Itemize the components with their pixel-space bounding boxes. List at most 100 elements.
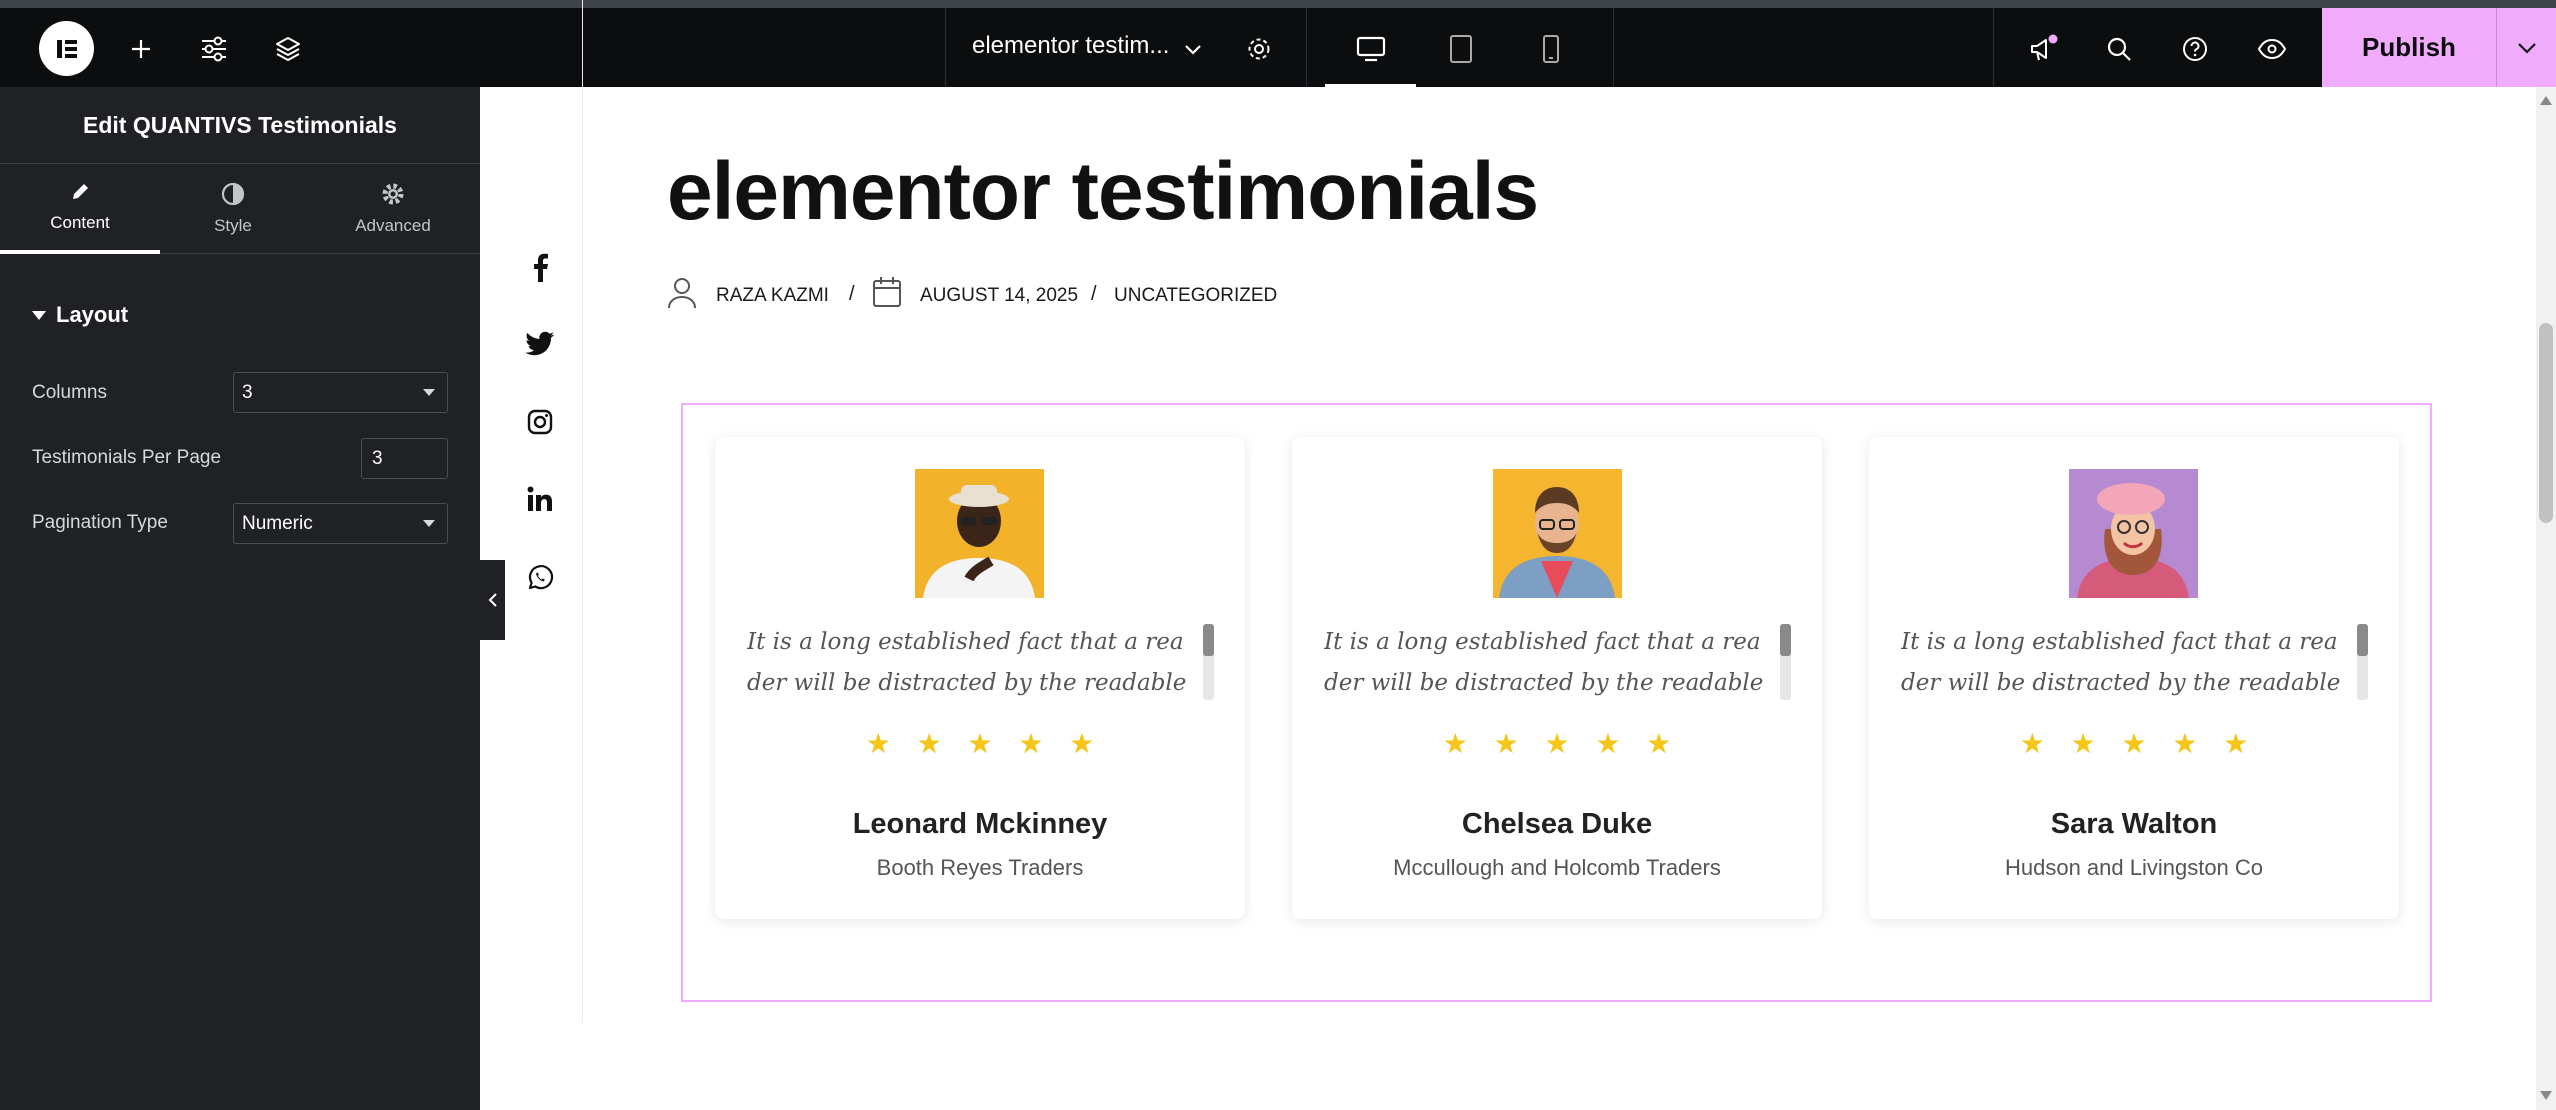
help-icon (2182, 36, 2207, 61)
avatar (1493, 469, 1622, 598)
tab-style[interactable]: Style (153, 164, 313, 254)
testimonial-card: It is a long established fact that a rea… (715, 437, 1245, 919)
post-author-link[interactable]: RAZA KAZMI (716, 281, 829, 311)
help-button[interactable] (2167, 21, 2222, 76)
person-photo-icon (1493, 469, 1622, 598)
publish-options-button[interactable] (2496, 8, 2556, 87)
caret-down-icon (423, 389, 435, 396)
facebook-icon (534, 253, 548, 282)
testimonial-quote: It is a long established fact that a rea… (1324, 622, 1764, 700)
chevron-down-icon (2517, 42, 2536, 54)
meta-separator: / (849, 283, 855, 305)
topbar-divider (1306, 8, 1307, 87)
columns-select[interactable]: 3 (233, 372, 448, 413)
quote-scrollbar-thumb[interactable] (1780, 624, 1791, 656)
structure-button[interactable] (260, 21, 315, 76)
layers-icon (275, 36, 300, 61)
document-title[interactable]: elementor testim... (972, 32, 1169, 60)
tab-style-label: Style (214, 216, 252, 235)
caret-down-icon (423, 520, 435, 527)
plus-icon (131, 39, 150, 58)
elementor-logo-button[interactable] (39, 21, 94, 76)
testimonial-card: It is a long established fact that a rea… (1292, 437, 1822, 919)
elementor-editor: elementor testim... Publish Edit QUANTIV… (0, 0, 2556, 1110)
gear-icon (382, 183, 404, 205)
testimonial-quote: It is a long established fact that a rea… (747, 622, 1187, 700)
pagination-type-label: Pagination Type (32, 512, 168, 533)
page-scrollbar-thumb[interactable] (2539, 323, 2553, 523)
testimonial-name: Sara Walton (2050, 808, 2218, 840)
per-page-input[interactable]: 3 (361, 438, 448, 479)
quote-scrollbar-thumb[interactable] (1203, 624, 1214, 656)
post-category-link[interactable]: UNCATEGORIZED (1114, 281, 1277, 311)
tablet-icon (1449, 34, 1472, 63)
search-icon (2107, 37, 2131, 61)
facebook-share-link[interactable] (508, 235, 572, 299)
quote-scrollbar-thumb[interactable] (2357, 624, 2368, 656)
panel-title: Edit QUANTIVS Testimonials (0, 87, 480, 164)
post-date-link[interactable]: AUGUST 14, 2025 (920, 281, 1078, 311)
preview-button[interactable] (2244, 21, 2299, 76)
site-settings-button[interactable] (186, 21, 241, 76)
pagination-type-select[interactable]: Numeric (233, 503, 448, 544)
pencil-icon (73, 184, 88, 199)
user-icon (668, 278, 696, 309)
linkedin-share-link[interactable] (508, 467, 572, 531)
publish-button[interactable]: Publish (2322, 8, 2496, 87)
editor-panel: Edit QUANTIVS Testimonials Content Style… (0, 87, 480, 1110)
mobile-icon (1542, 34, 1559, 63)
linkedin-icon (527, 486, 552, 511)
twitter-icon (525, 331, 554, 356)
desktop-icon (1356, 36, 1385, 61)
document-title-dropdown[interactable] (1165, 21, 1220, 76)
page-scrollbar[interactable] (2536, 87, 2556, 1110)
device-mobile-button[interactable] (1523, 21, 1578, 76)
megaphone-icon (2030, 34, 2057, 60)
topbar-divider (1613, 8, 1614, 87)
testimonial-card: It is a long established fact that a rea… (1869, 437, 2399, 919)
sliders-icon (201, 36, 226, 61)
avatar (2069, 469, 2198, 598)
testimonial-name: Leonard Mckinney (852, 808, 1108, 840)
avatar (915, 469, 1044, 598)
tab-advanced-label: Advanced (355, 216, 431, 235)
tab-content[interactable]: Content (0, 164, 160, 254)
instagram-share-link[interactable] (508, 390, 572, 454)
scroll-up-arrow-icon[interactable] (2540, 96, 2552, 105)
section-layout-toggle[interactable]: Layout (32, 302, 128, 328)
topbar-divider (1993, 8, 1994, 87)
testimonial-company: Booth Reyes Traders (876, 855, 1084, 880)
person-photo-icon (915, 469, 1044, 598)
search-button[interactable] (2091, 21, 2146, 76)
testimonial-quote-text: It is a long established fact that a rea… (1901, 629, 2341, 696)
notifications-button[interactable] (2016, 21, 2071, 76)
columns-label: Columns (32, 382, 107, 403)
twitter-share-link[interactable] (508, 312, 572, 376)
device-tablet-button[interactable] (1433, 21, 1488, 76)
collapse-panel-button[interactable] (480, 560, 505, 640)
section-layout-label: Layout (56, 302, 129, 327)
whatsapp-share-link[interactable] (508, 546, 572, 610)
gear-icon (1248, 38, 1269, 59)
chevron-down-icon (1184, 44, 1201, 55)
page-title: elementor testimonials (667, 146, 1539, 237)
add-element-button[interactable] (113, 21, 168, 76)
page-settings-button[interactable] (1231, 21, 1286, 76)
eye-icon (2257, 38, 2286, 59)
device-desktop-button[interactable] (1343, 21, 1398, 76)
calendar-icon (873, 277, 901, 307)
tab-advanced[interactable]: Advanced (313, 164, 473, 254)
topbar-divider (945, 8, 946, 87)
star-rating: ★ ★ ★ ★ ★ (1442, 728, 1681, 759)
testimonial-name: Chelsea Duke (1461, 808, 1653, 840)
pagination-type-value: Numeric (242, 512, 313, 534)
half-circle-icon (221, 182, 245, 206)
testimonial-quote: It is a long established fact that a rea… (1901, 622, 2341, 700)
elementor-logo-icon (56, 39, 77, 58)
meta-separator: / (1091, 283, 1097, 305)
person-photo-icon (2069, 469, 2198, 598)
scroll-down-arrow-icon[interactable] (2540, 1091, 2552, 1100)
testimonial-company: Hudson and Livingston Co (2004, 855, 2264, 880)
content-divider (582, 0, 583, 1023)
testimonial-quote-text: It is a long established fact that a rea… (747, 629, 1187, 696)
